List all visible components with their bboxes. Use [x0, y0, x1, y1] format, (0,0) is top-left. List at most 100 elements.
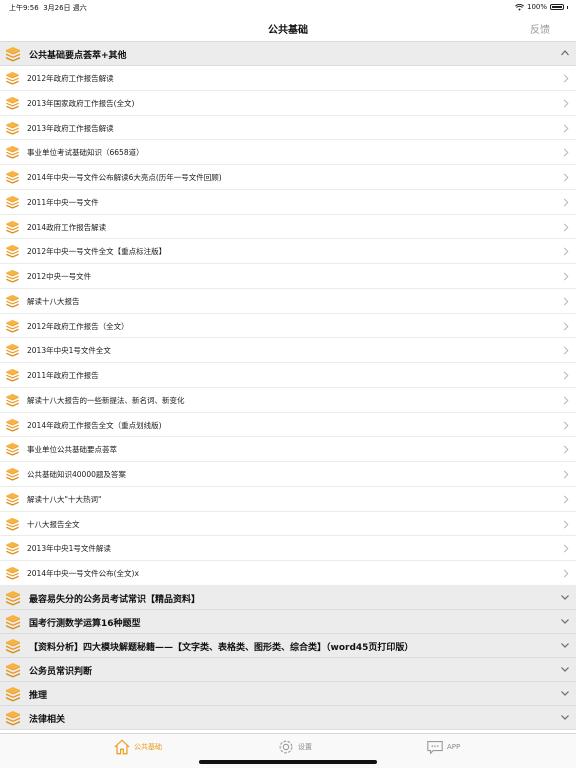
book-stack-icon [6, 47, 20, 62]
list-item[interactable]: 2013年国家政府工作报告(全文) [0, 90, 576, 116]
chevron-right-icon [563, 148, 569, 157]
list-item[interactable]: 2012年中央一号文件全文【重点标注版】 [0, 239, 576, 264]
list-item-label: 事业单位公共基础要点荟萃 [27, 445, 117, 455]
list-item[interactable]: 解读十八大报告的一些新提法、新名词、新变化 [0, 387, 576, 413]
list-item-label: 2013年国家政府工作报告(全文) [27, 98, 135, 108]
page-title: 公共基础 [268, 25, 308, 36]
book-stack-icon [6, 542, 19, 555]
group-header-collapsed[interactable]: 【资料分析】四大模块解题秘籍——【文字类、表格类、图形类、综合类】（word45… [0, 633, 576, 658]
feedback-button[interactable]: 反馈 [530, 21, 550, 36]
list-item[interactable]: 2012年政府工作报告解读 [0, 66, 576, 91]
list-item[interactable]: 2012年政府工作报告（全文） [0, 313, 576, 339]
book-stack-icon [6, 220, 19, 234]
list-item[interactable]: 2014年中央一号文件公布(全文)x [0, 561, 576, 586]
chevron-right-icon [563, 371, 569, 380]
book-stack-icon [6, 195, 19, 209]
list-item[interactable]: 解读十八大报告 [0, 288, 576, 314]
chevron-right-icon [563, 495, 569, 504]
group-header-collapsed[interactable]: 国考行测数学运算16种题型 [0, 609, 576, 634]
list-item-label: 2013年中央1号文件全文 [27, 346, 111, 356]
group-header-expanded[interactable]: 公共基础要点荟萃+其他 [0, 42, 576, 66]
chevron-right-icon [563, 396, 569, 405]
chevron-right-icon [563, 421, 569, 429]
group-title: 法律相关 [29, 714, 66, 725]
group-header-collapsed[interactable]: 法律相关 [0, 705, 576, 730]
content-list: 公共基础要点荟萃+其他 2012年政府工作报告解读 2013年国家政府工作报告(… [0, 42, 576, 730]
tab-settings[interactable]: 设置 [277, 737, 312, 757]
book-stack-icon [6, 590, 20, 606]
group-title: 最容易失分的公务员考试常识【精品资料】 [29, 594, 201, 605]
battery-cap [567, 5, 568, 9]
chevron-right-icon [563, 346, 569, 355]
tab-label: 设置 [298, 743, 312, 751]
gear-icon [279, 740, 293, 754]
group-title: 公共基础要点荟萃+其他 [29, 51, 127, 61]
list-item[interactable]: 解读十八大"十大热词" [0, 486, 576, 512]
book-stack-icon [6, 566, 19, 580]
list-item-label: 2012年政府工作报告（全文） [27, 321, 129, 331]
list-item-label: 2011年政府工作报告 [27, 371, 99, 380]
list-item[interactable]: 2011年政府工作报告 [0, 363, 576, 388]
chevron-right-icon [563, 198, 569, 207]
list-item[interactable]: 公共基础知识40000题及答案 [0, 462, 576, 487]
book-stack-icon [6, 269, 19, 283]
chevron-right-icon [563, 569, 569, 578]
list-item-label: 解读十八大报告的一些新提法、新名词、新变化 [27, 395, 185, 405]
book-stack-icon [6, 614, 20, 630]
list-item[interactable]: 2013年中央1号文件解读 [0, 536, 576, 561]
chevron-right-icon [563, 445, 569, 454]
status-time: 上午9:56 [9, 4, 39, 12]
book-stack-icon [6, 71, 19, 85]
list-item-label: 2014年中央一号文件公布(全文)x [27, 569, 139, 578]
list-item-label: 解读十八大报告 [27, 296, 80, 306]
book-stack-icon [6, 418, 19, 432]
chevron-right-icon [563, 470, 569, 479]
list-item-label: 2014年政府工作报告全文（重点划线版) [27, 420, 162, 430]
chevron-right-icon [563, 322, 569, 330]
battery-icon [550, 4, 564, 10]
book-stack-icon [6, 662, 20, 678]
chevron-right-icon [563, 99, 569, 108]
tab-label: 公共基础 [134, 743, 162, 751]
group-title: 公务员常识判断 [29, 666, 93, 677]
list-item[interactable]: 2014年政府工作报告全文（重点划线版) [0, 412, 576, 438]
list-item[interactable]: 2014年中央一号文件公布解读6大亮点(历年一号文件回顾) [0, 165, 576, 190]
list-item-label: 事业单位考试基础知识（6658道） [27, 148, 144, 158]
group-title: 推理 [29, 690, 48, 701]
list-item[interactable]: 2013年政府工作报告解读 [0, 115, 576, 141]
chat-icon [427, 741, 443, 755]
tab-public-basics[interactable]: 公共基础 [113, 737, 162, 757]
group-header-collapsed[interactable]: 公务员常识判断 [0, 657, 576, 682]
group-header-collapsed[interactable]: 推理 [0, 681, 576, 706]
book-stack-icon [6, 319, 19, 333]
list-item-label: 2011年中央一号文件 [27, 197, 99, 207]
book-stack-icon [6, 245, 19, 258]
chevron-right-icon [563, 272, 569, 281]
chevron-right-icon [563, 124, 569, 132]
book-stack-icon [6, 710, 20, 726]
book-stack-icon [6, 686, 20, 702]
list-item[interactable]: 2014政府工作报告解读 [0, 214, 576, 240]
book-stack-icon [6, 170, 19, 184]
list-item[interactable]: 2011年中央一号文件 [0, 189, 576, 215]
book-stack-icon [6, 467, 19, 481]
list-item[interactable]: 十八大报告全文 [0, 511, 576, 537]
book-stack-icon [6, 443, 19, 456]
book-stack-icon [6, 121, 19, 135]
group-header-collapsed[interactable]: 最容易失分的公务员考试常识【精品资料】 [0, 585, 576, 610]
list-item[interactable]: 2012中央一号文件 [0, 264, 576, 289]
chevron-down-icon [561, 690, 569, 696]
book-stack-icon [6, 393, 19, 407]
book-stack-icon [6, 96, 19, 110]
tab-app[interactable]: APP [426, 737, 460, 757]
status-time-date: 上午9:56 3月26日 週六 [9, 3, 87, 13]
list-item-label: 十八大报告全文 [27, 519, 80, 529]
chevron-down-icon [561, 714, 569, 720]
list-item[interactable]: 事业单位公共基础要点荟萃 [0, 437, 576, 462]
list-item[interactable]: 2013年中央1号文件全文 [0, 338, 576, 363]
list-item-label: 2012中央一号文件 [27, 272, 92, 281]
list-item-label: 2013年中央1号文件解读 [27, 544, 111, 554]
chevron-right-icon [563, 520, 569, 528]
list-item[interactable]: 事业单位考试基础知识（6658道） [0, 140, 576, 165]
book-stack-icon [6, 344, 19, 357]
